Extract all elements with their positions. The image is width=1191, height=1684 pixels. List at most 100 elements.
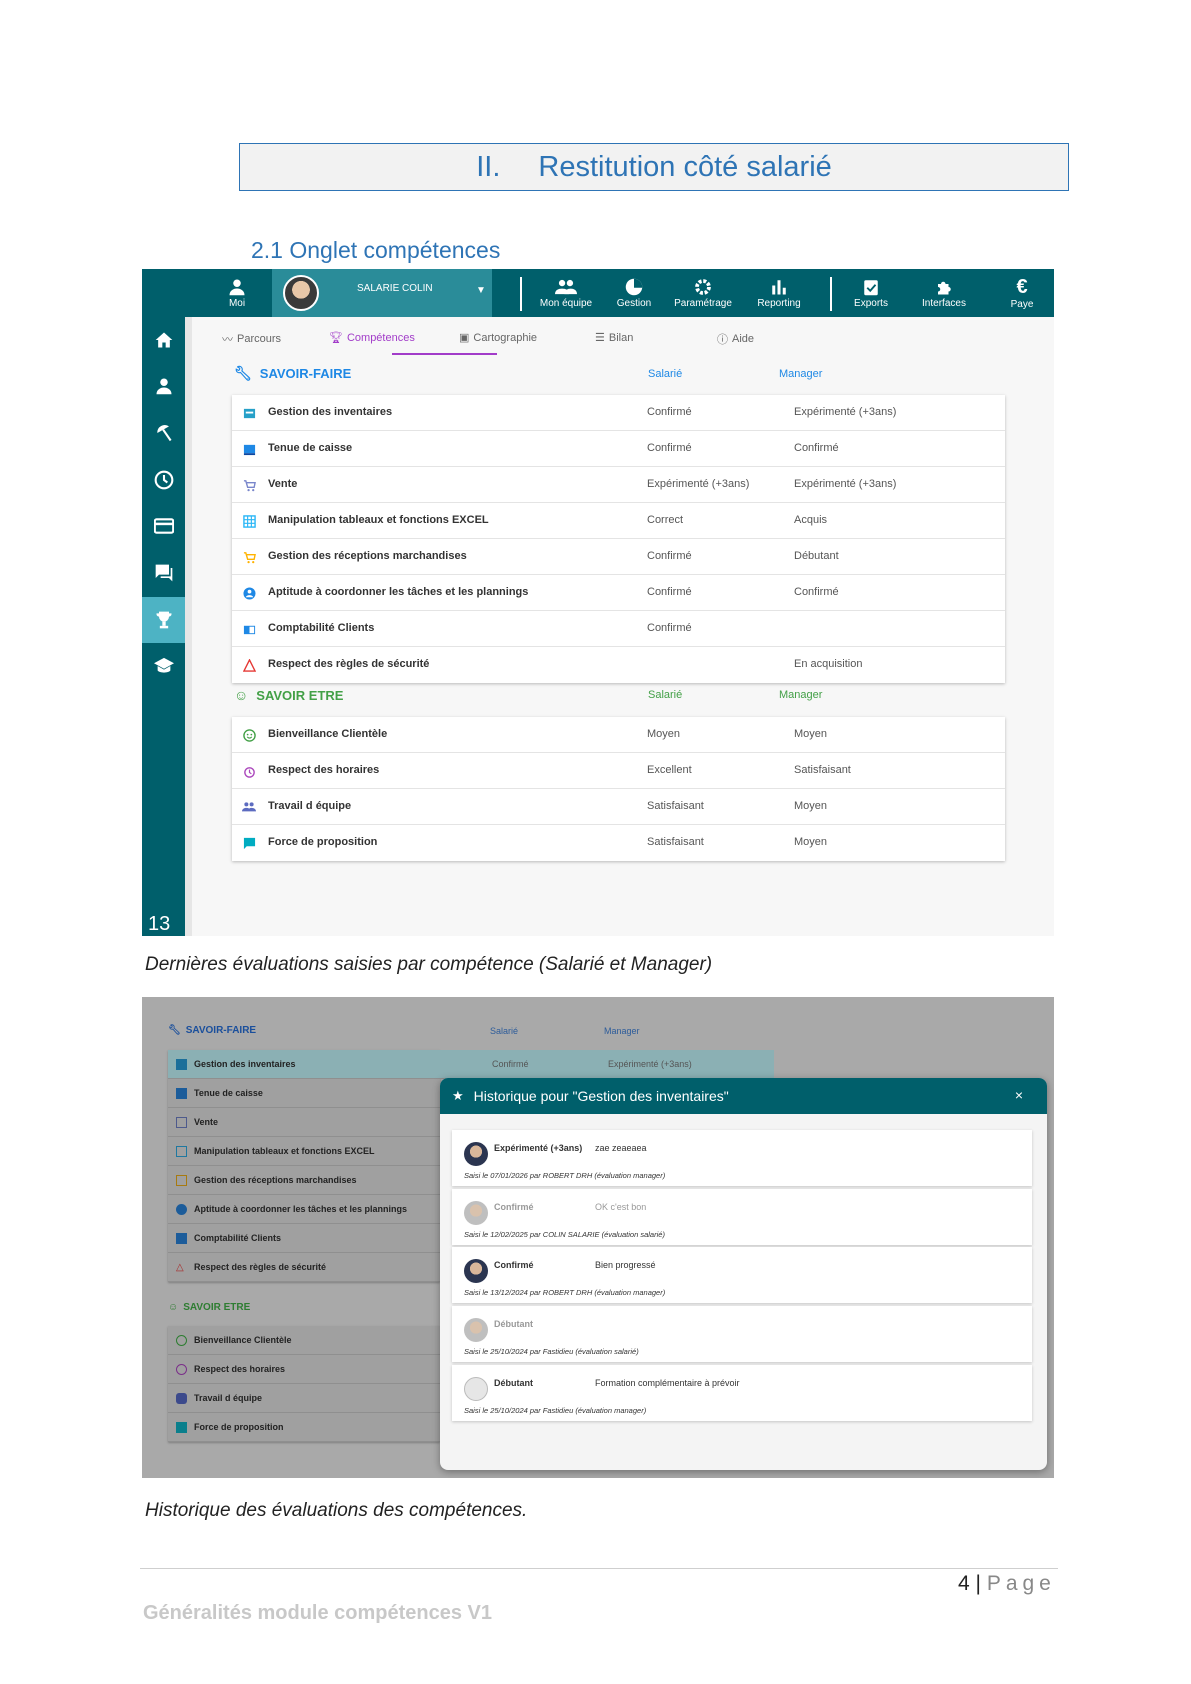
table-row[interactable]: Bienveillance Clientèle Moyen Moyen [232, 717, 1005, 753]
tab-cartographie[interactable]: ▣ Cartographie [459, 331, 537, 345]
person-icon[interactable] [142, 363, 185, 409]
nav-moi[interactable]: Moi [220, 269, 254, 317]
skill-name: Tenue de caisse [194, 1088, 263, 1098]
col-manager: Manager [779, 368, 823, 380]
trophy-icon: 🏆︎ [329, 332, 343, 344]
table-row[interactable]: Bienveillance Clientèle [168, 1326, 440, 1355]
table-row[interactable]: △ Respect des règles de sécurité [168, 1253, 440, 1282]
competences-screenshot: Moi SALARIE COLIN ▼ Mon équipe Gestion P… [142, 269, 1054, 936]
warning-icon: △ [176, 1262, 184, 1273]
table-row[interactable]: Gestion des réceptions marchandises [168, 1166, 440, 1195]
card-icon[interactable] [142, 503, 185, 549]
table-row[interactable]: Travail d équipe Satisfaisant Moyen [232, 789, 1005, 825]
table-row[interactable]: Vente Expérimenté (+3ans) Expérimenté (+… [232, 467, 1005, 503]
col-salarie: Salarié [648, 689, 683, 701]
savoir-etre-title: ☺ SAVOIR ETRE [234, 687, 343, 703]
home-icon[interactable] [142, 317, 185, 363]
tab-bar: 〰 Parcours 🏆︎ Compétences ▣ Cartographie ☰ B… [197, 317, 1054, 357]
trend-icon: 〰 [222, 334, 233, 346]
table-row[interactable]: Gestion des réceptions marchandises Conf… [232, 539, 1005, 575]
table-row[interactable]: Force de proposition Satisfaisant Moyen [232, 825, 1005, 861]
nav-exports[interactable]: Exports [846, 269, 896, 317]
table-row[interactable]: Gestion des inventaires Confirmé Expérim… [168, 1050, 774, 1079]
graduation-cap-icon[interactable] [142, 643, 185, 689]
table-icon [176, 1146, 187, 1157]
skill-name: Tenue de caisse [268, 442, 353, 454]
skill-name: Respect des règles de sécurité [268, 658, 430, 670]
avatar [464, 1318, 488, 1342]
page-number: 4 | Page [958, 1572, 1056, 1595]
avatar [464, 1259, 488, 1283]
trophy-icon[interactable] [142, 597, 185, 643]
entry-meta: Saisi le 25/10/2024 par Fastidieu (évalu… [464, 1347, 639, 1356]
user-circle-icon [176, 1204, 187, 1215]
manager-value: Acquis [794, 514, 828, 526]
skill-name: Comptabilité Clients [194, 1233, 282, 1243]
entry-comment: Bien progressé [595, 1260, 656, 1270]
salarie-value: Confirmé [647, 622, 692, 634]
table-row[interactable]: Gestion des inventaires Confirmé Expérim… [232, 395, 1005, 431]
table-row[interactable]: Aptitude à coordonner les tâches et les … [232, 575, 1005, 611]
euro-icon: € [1016, 276, 1028, 298]
tab-label: Bilan [608, 331, 634, 344]
nav-interfaces-label: Interfaces [922, 297, 966, 309]
table-row[interactable]: Manipulation tableaux et fonctions EXCEL [168, 1137, 440, 1166]
nav-paye-label: Paye [1010, 299, 1034, 310]
nav-gestion[interactable]: Gestion [612, 269, 656, 317]
table-row[interactable]: Travail d équipe [168, 1384, 440, 1413]
table-row[interactable]: Vente [168, 1108, 440, 1137]
manager-value: Débutant [794, 550, 839, 562]
cash-register-icon [176, 1088, 187, 1099]
savoir-faire-label: SAVOIR-FAIRE [185, 1025, 257, 1036]
salarie-value: Satisfaisant [647, 836, 704, 848]
table-row[interactable]: Respect des horaires [168, 1355, 440, 1384]
table-row[interactable]: Aptitude à coordonner les tâches et les … [168, 1195, 440, 1224]
chevron-down-icon[interactable]: ▼ [476, 285, 486, 296]
nav-mon-equipe[interactable]: Mon équipe [534, 269, 598, 317]
savoir-faire-title: 🔧︎ SAVOIR-FAIRE [234, 365, 351, 382]
table-row[interactable]: Force de proposition [168, 1413, 440, 1442]
salarie-value: Expérimenté (+3ans) [647, 478, 750, 490]
clipboard-check-icon [864, 279, 878, 295]
tab-label: Compétences [346, 331, 415, 344]
tab-competences[interactable]: 🏆︎ Compétences [329, 331, 415, 345]
chat-icon[interactable] [142, 550, 185, 596]
group-icon [176, 1393, 187, 1404]
table-row[interactable]: Respect des règles de sécurité En acquis… [232, 647, 1005, 683]
page-number-value: 4 [958, 1572, 970, 1595]
smile-icon: ☺ [168, 1302, 179, 1313]
savoir-etre-table: Bienveillance Clientèle Moyen Moyen Resp… [232, 717, 1005, 861]
cart-icon [242, 550, 256, 564]
skill-name: Aptitude à coordonner les tâches et les … [194, 1204, 408, 1214]
entry-level: Confirmé [494, 1260, 534, 1270]
nav-reporting[interactable]: Reporting [750, 269, 808, 317]
tab-label: Cartographie [473, 331, 537, 344]
sidebar-page-number: 13 [148, 913, 171, 935]
table-row[interactable]: Manipulation tableaux et fonctions EXCEL… [232, 503, 1005, 539]
skill-name: Manipulation tableaux et fonctions EXCEL [268, 514, 489, 526]
nav-paye[interactable]: € Paye [1002, 269, 1042, 317]
skill-name: Gestion des réceptions marchandises [268, 550, 467, 562]
tab-bilan[interactable]: ☰ Bilan [595, 331, 634, 345]
nav-parametrage[interactable]: Paramétrage [668, 269, 738, 317]
nav-interfaces[interactable]: Interfaces [918, 269, 970, 317]
table-row[interactable]: Respect des horaires Excellent Satisfais… [232, 753, 1005, 789]
table-row[interactable]: Comptabilité Clients [168, 1224, 440, 1253]
tab-parcours[interactable]: 〰 Parcours [222, 331, 281, 347]
skill-name: Vente [268, 478, 298, 490]
history-entry: Débutant Formation complémentaire à prév… [452, 1365, 1032, 1421]
table-row[interactable]: Comptabilité Clients Confirmé [232, 611, 1005, 647]
skill-name: Comptabilité Clients [268, 622, 375, 634]
alarm-icon [176, 1364, 187, 1375]
clock-icon[interactable] [142, 457, 185, 503]
beach-icon[interactable] [142, 410, 185, 456]
savoir-etre-label: SAVOIR ETRE [256, 687, 344, 703]
table-row[interactable]: Tenue de caisse [168, 1079, 440, 1108]
close-button[interactable]: × [1015, 1087, 1023, 1103]
user-circle-icon [242, 586, 256, 600]
tab-aide[interactable]: ⓘ Aide [717, 331, 754, 347]
manager-value: Expérimenté (+3ans) [794, 406, 897, 418]
history-modal: ★ Historique pour "Gestion des inventair… [440, 1078, 1047, 1470]
history-entry: Débutant Saisi le 25/10/2024 par Fastidi… [452, 1306, 1032, 1362]
table-row[interactable]: Tenue de caisse Confirmé Confirmé [232, 431, 1005, 467]
